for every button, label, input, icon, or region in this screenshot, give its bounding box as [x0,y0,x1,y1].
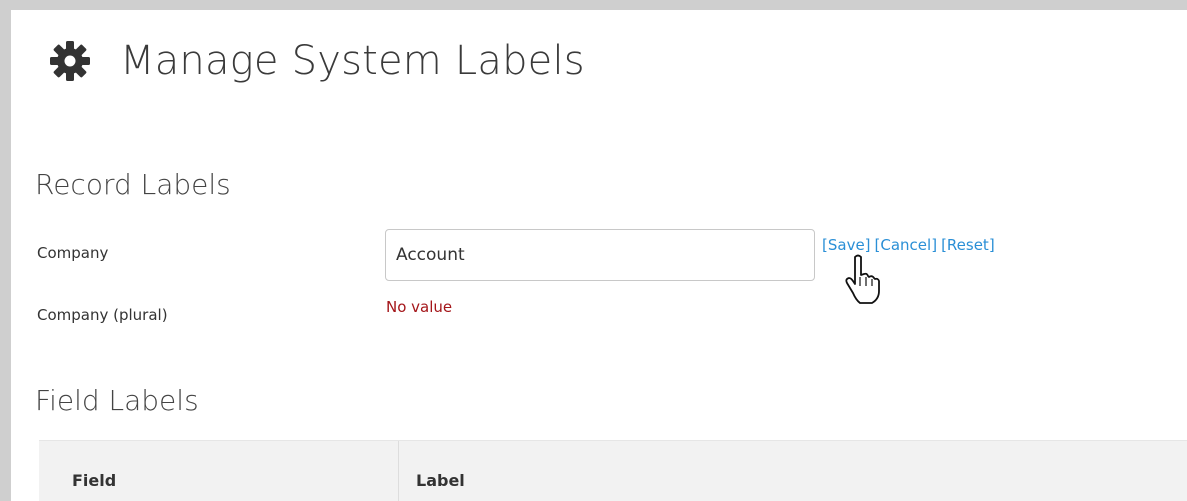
hand-pointer-cursor-icon [843,253,883,307]
cancel-link[interactable]: [Cancel] [875,236,938,254]
field-labels-heading: Field Labels [35,384,199,417]
column-header-label[interactable]: Label [399,441,1187,501]
company-label-input[interactable] [385,229,815,281]
column-header-field[interactable]: Field [39,441,399,501]
record-labels-heading: Record Labels [35,168,231,201]
page-title: Manage System Labels [120,38,585,84]
reset-link[interactable]: [Reset] [941,236,995,254]
company-label: Company [37,244,109,262]
gear-icon [42,33,98,89]
page-header: Manage System Labels [42,26,585,96]
field-labels-table-header: Field Label [39,440,1187,501]
window-frame-left [0,0,11,501]
company-plural-label: Company (plural) [37,306,168,324]
save-link[interactable]: [Save] [822,236,871,254]
window-frame-top [0,0,1187,10]
inline-edit-actions: [Save] [Cancel] [Reset] [822,236,995,254]
company-plural-value[interactable]: No value [386,298,452,316]
